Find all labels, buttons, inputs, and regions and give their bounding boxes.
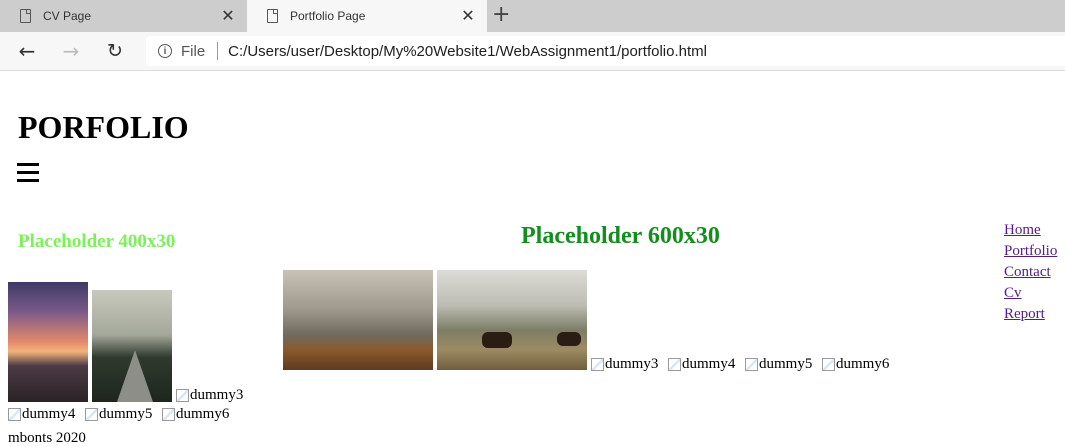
broken-image-dummy3: dummy3 <box>591 356 658 373</box>
hamburger-menu-icon[interactable] <box>17 163 39 182</box>
back-arrow-icon[interactable]: ← <box>10 32 44 70</box>
info-icon[interactable]: i <box>158 44 172 58</box>
side-nav: Home Portfolio Contact Cv Report <box>1004 220 1057 325</box>
nav-link-report[interactable]: Report <box>1004 304 1057 325</box>
broken-image-icon <box>85 408 98 421</box>
broken-image-dummy4: dummy4 <box>8 406 75 423</box>
foggy-forest-image <box>283 270 433 370</box>
broken-image-dummy4: dummy4 <box>668 356 735 373</box>
document-icon <box>267 9 278 23</box>
address-input[interactable]: i File C:/Users/user/Desktop/My%20Websit… <box>146 36 1065 66</box>
divider <box>217 42 219 60</box>
nav-link-contact[interactable]: Contact <box>1004 262 1057 283</box>
new-tab-icon[interactable]: + <box>492 2 510 27</box>
broken-image-dummy6: dummy6 <box>822 356 889 373</box>
broken-image-dummy3: dummy3 <box>176 387 243 404</box>
broken-image-dummy5: dummy5 <box>745 356 812 373</box>
broken-image-icon <box>745 358 758 371</box>
broken-image-icon <box>591 358 604 371</box>
broken-image-dummy6: dummy6 <box>162 406 229 423</box>
sunset-image <box>8 282 88 402</box>
broken-image-icon <box>162 408 175 421</box>
tab-cv-page[interactable]: CV Page ✕ <box>0 0 247 32</box>
address-bar-row: ← → ↻ i File C:/Users/user/Desktop/My%20… <box>0 32 1065 71</box>
placeholder-heading-large: Placeholder 600x30 <box>521 223 720 249</box>
horses-image <box>437 270 587 370</box>
broken-image-dummy5: dummy5 <box>85 406 152 423</box>
nav-link-cv[interactable]: Cv <box>1004 283 1057 304</box>
broken-image-icon <box>822 358 835 371</box>
document-icon <box>20 9 31 23</box>
tab-label: Portfolio Page <box>290 9 366 23</box>
tab-bar: CV Page ✕ Portfolio Page ✕ + <box>0 0 1065 32</box>
nav-link-home[interactable]: Home <box>1004 220 1057 241</box>
page-content: PORFOLIO Placeholder 400x30 Placeholder … <box>0 71 1065 447</box>
close-tab-icon[interactable]: ✕ <box>217 6 239 26</box>
tab-portfolio-page[interactable]: Portfolio Page ✕ <box>247 0 487 32</box>
tab-label: CV Page <box>43 9 92 23</box>
forward-arrow-icon[interactable]: → <box>54 32 88 70</box>
reload-icon[interactable]: ↻ <box>98 32 132 70</box>
road-image <box>92 290 172 402</box>
close-tab-icon[interactable]: ✕ <box>457 6 479 26</box>
page-title: PORFOLIO <box>18 109 189 145</box>
broken-image-icon <box>8 408 21 421</box>
footer-text: mbonts 2020 <box>8 430 86 446</box>
nav-link-portfolio[interactable]: Portfolio <box>1004 241 1057 262</box>
scheme-label: File <box>181 42 206 60</box>
placeholder-heading-small: Placeholder 400x30 <box>18 231 176 252</box>
broken-image-icon <box>668 358 681 371</box>
url-text[interactable]: C:/Users/user/Desktop/My%20Website1/WebA… <box>228 43 707 60</box>
broken-image-icon <box>176 389 189 402</box>
